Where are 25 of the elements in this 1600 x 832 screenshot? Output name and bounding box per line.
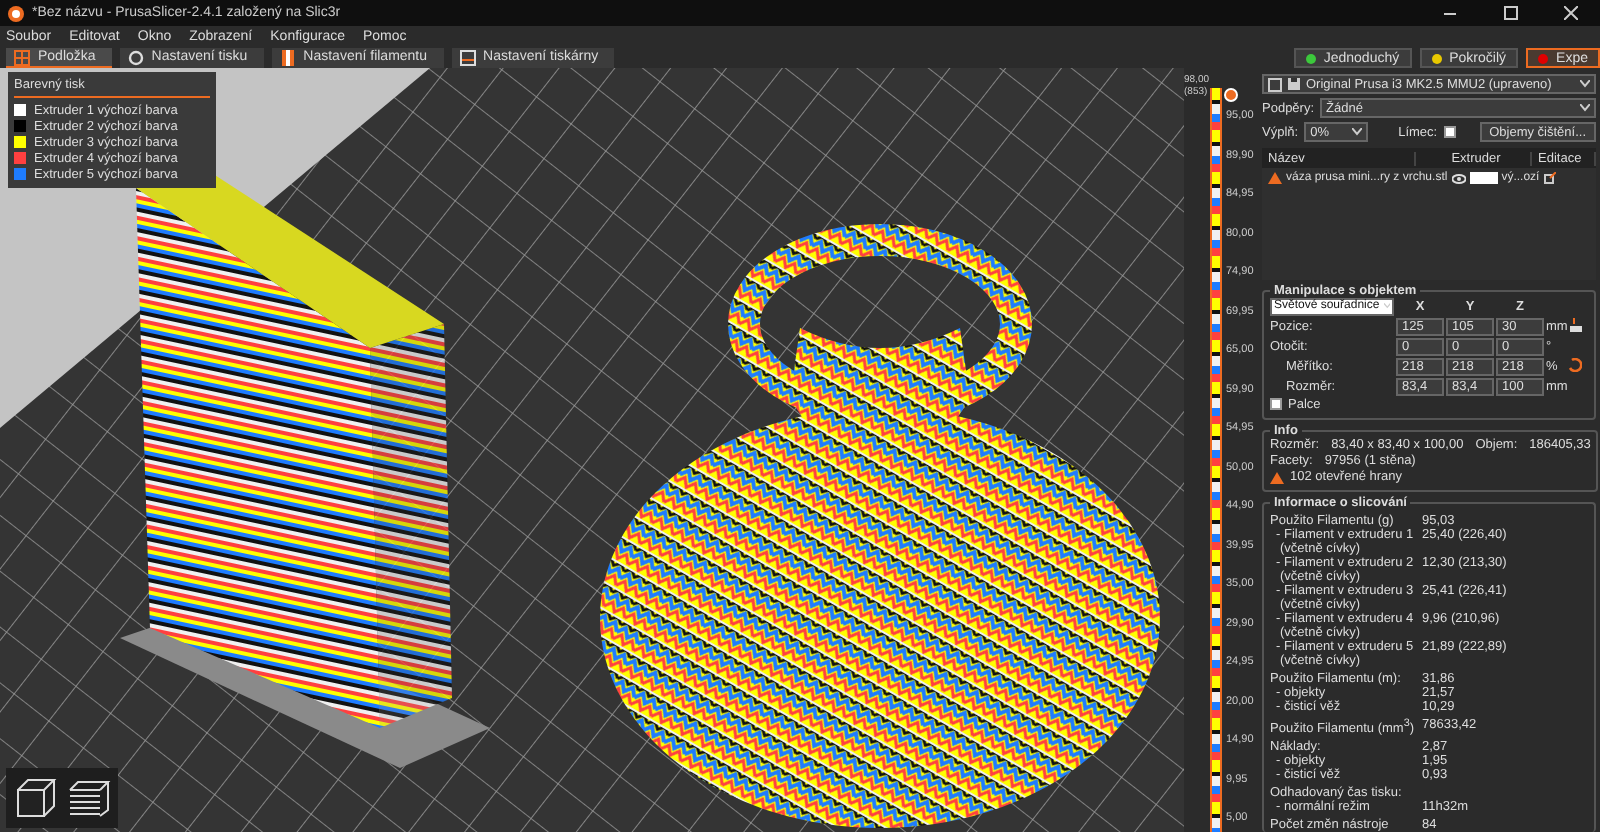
warning-icon: [1268, 172, 1282, 184]
drop-to-bed-icon[interactable]: [1568, 317, 1582, 332]
slider-handle[interactable]: [1224, 88, 1238, 102]
maximize-icon: [1503, 6, 1517, 20]
checkbox[interactable]: [1443, 126, 1456, 138]
spool-icon: [279, 49, 296, 65]
save-icon: [1288, 78, 1300, 90]
edit-icon[interactable]: [1543, 172, 1556, 184]
caret-icon: [1383, 302, 1390, 311]
printer-icon: [1268, 77, 1282, 91]
caret-icon: [1352, 128, 1363, 136]
cube-icon[interactable]: [12, 774, 60, 822]
extruder-swatch: [1469, 172, 1498, 184]
checkbox[interactable]: [1270, 398, 1282, 411]
caret-icon: [1580, 80, 1590, 88]
app-logo-icon: [8, 5, 24, 21]
eye-icon[interactable]: [1451, 173, 1466, 183]
close-icon: [1563, 6, 1577, 20]
gear-icon: [127, 49, 144, 65]
printer-icon: [459, 49, 476, 65]
grid-icon: [14, 49, 30, 65]
undo-icon[interactable]: [1568, 357, 1582, 372]
caret-icon: [1580, 104, 1590, 112]
minimize-icon: [1444, 7, 1456, 19]
warning-icon: [1270, 471, 1284, 484]
